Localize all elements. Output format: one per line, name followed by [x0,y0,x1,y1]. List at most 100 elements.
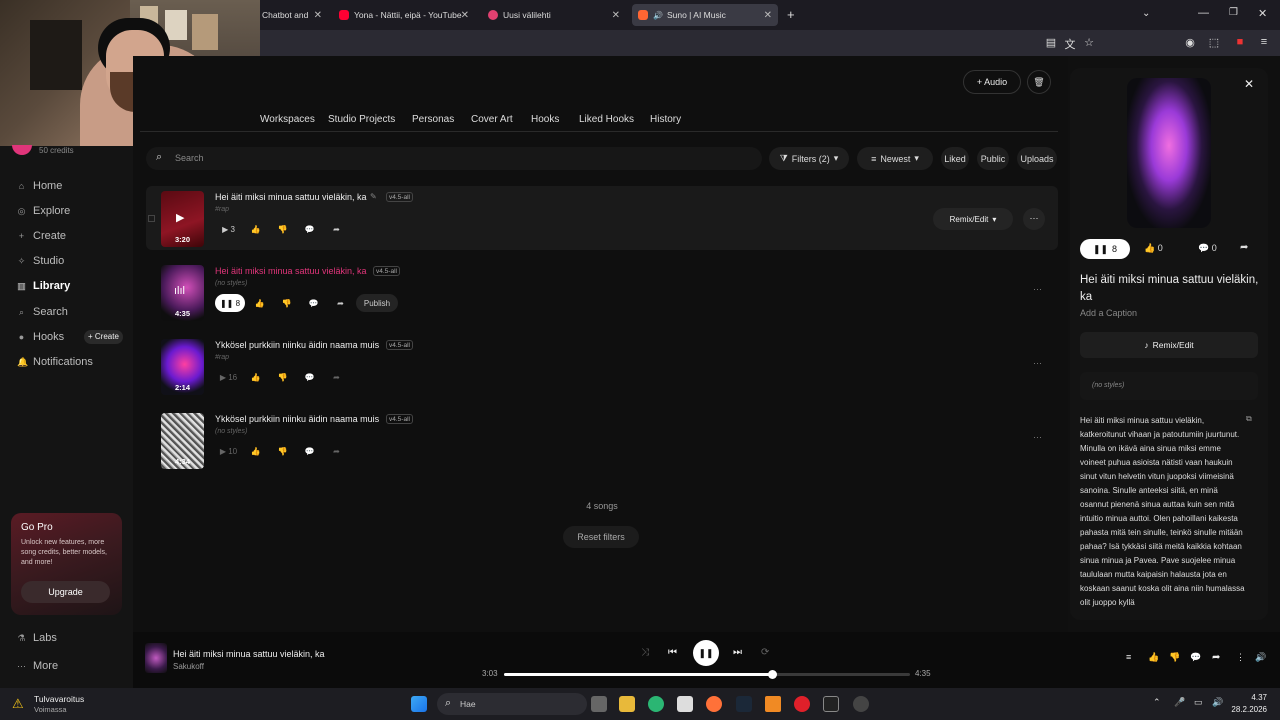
comment-button[interactable]: 💬 0 [1198,243,1217,254]
play-count[interactable]: ▶ 10 [215,442,242,460]
progress-handle[interactable] [767,670,777,679]
like-button[interactable]: 👍 0 [1144,243,1163,254]
menu-icon[interactable]: ≡ [1257,36,1271,48]
dislike-icon[interactable]: 👎 [269,220,296,238]
sidebar-item-more[interactable]: ⋯ More [17,660,58,672]
opera-icon[interactable] [794,696,810,712]
star-icon[interactable]: ☆ [1082,36,1096,49]
repeat-icon[interactable]: ⟳ [761,647,769,658]
close-icon[interactable]: ✕ [764,10,772,21]
dislike-icon[interactable]: 👎 [269,368,296,386]
more-options-button[interactable]: ⋯ [1023,208,1045,230]
dislike-icon[interactable]: 👎 [269,442,296,460]
more-icon[interactable]: ⋮ [1236,652,1245,663]
more-options-button[interactable]: ⋯ [1033,358,1042,369]
minimize-icon[interactable]: — [1198,7,1209,19]
song-row[interactable]: 2:14 Ykkösel purkkiin niinku äidin naama… [146,334,1058,398]
progress-track[interactable] [504,670,910,679]
dislike-icon[interactable]: 👎 [1169,652,1180,663]
browser-tab[interactable]: Uusi välilehti ✕ [482,4,626,26]
copy-icon[interactable]: ⧉ [1246,414,1252,424]
pencil-icon[interactable]: ✎ [370,192,377,201]
mic-icon[interactable]: 🎤 [1174,697,1185,708]
add-caption[interactable]: Add a Caption [1080,308,1137,318]
upgrade-button[interactable]: Upgrade [21,581,110,603]
remix-edit-button[interactable]: ♪ Remix/Edit [1080,332,1258,358]
comment-icon[interactable]: 💬 [296,368,323,386]
sidebar-item-studio[interactable]: ✧ Studio [17,255,64,267]
terminal-icon[interactable] [823,696,839,712]
share-icon[interactable]: ➦ [327,294,354,312]
pause-button[interactable]: ❚❚ 8 [215,294,245,312]
filters-button[interactable]: ⧩ Filters (2) ▾ [769,147,849,170]
hooks-create-button[interactable]: + Create [84,330,123,344]
display-icon[interactable]: ▭ [1194,697,1203,708]
pause-button[interactable]: ❚❚ 8 [1080,239,1130,259]
task-view-icon[interactable] [591,696,607,712]
close-icon[interactable]: ✕ [314,10,322,21]
vlc-icon[interactable] [765,696,781,712]
trash-icon[interactable]: 🗑 [1027,70,1051,94]
maximize-icon[interactable]: ❐ [1229,7,1238,18]
extensions-icon[interactable]: ⬚ [1207,36,1221,49]
more-options-button[interactable]: ⋯ [1033,284,1042,295]
song-cover[interactable]: ılıl 4:35 [161,265,204,321]
weather-title[interactable]: Tulvavaroitus [34,694,84,704]
queue-icon[interactable]: ≡ [1126,652,1131,662]
shuffle-icon[interactable]: ⤨ [641,647,649,658]
song-row[interactable]: 4:34 Ykkösel purkkiin niinku äidin naama… [146,408,1058,472]
row-checkbox[interactable] [148,215,155,222]
pause-button[interactable]: ❚❚ [693,640,719,666]
now-playing-title[interactable]: Hei äiti miksi minua sattuu vieläkin, ka [173,649,325,659]
song-row[interactable]: ılıl 4:35 Hei äiti miksi minua sattuu vi… [146,260,1058,324]
public-filter[interactable]: Public [977,147,1009,170]
add-audio-button[interactable]: + Audio [963,70,1021,94]
chevron-down-icon[interactable]: ⌄ [1142,8,1150,19]
like-icon[interactable]: 👍 [242,368,269,386]
more-options-button[interactable]: ⋯ [1033,432,1042,443]
chevron-up-icon[interactable]: ⌃ [1153,697,1161,708]
firefox-icon[interactable] [706,696,722,712]
browser-tab[interactable]: Chatbot and ✕ [256,4,328,26]
translate-icon[interactable]: 文 [1063,36,1077,52]
song-cover[interactable]: 2:14 [161,339,204,395]
sidebar-item-notifications[interactable]: 🔔 Notifications [17,356,93,368]
share-icon[interactable]: ➦ [1240,242,1248,253]
song-title[interactable]: Hei äiti miksi minua sattuu vieläkin, ka [215,266,367,276]
publish-button[interactable]: Publish [356,294,398,312]
dislike-icon[interactable]: 👎 [273,294,300,312]
song-title[interactable]: Hei äiti miksi minua sattuu vieläkin, ka [215,192,367,202]
next-icon[interactable]: ⏭ [733,647,742,658]
comment-icon[interactable]: 💬 [296,442,323,460]
tab-liked-hooks[interactable]: Liked Hooks [579,114,634,125]
play-count[interactable]: ▶ 3 [215,220,242,238]
file-explorer-icon[interactable] [619,696,635,712]
tab-hooks[interactable]: Hooks [531,114,559,125]
like-icon[interactable]: 👍 [242,442,269,460]
browser-tab-active[interactable]: 🔊 Suno | AI Music ✕ [632,4,778,26]
sidebar-item-explore[interactable]: ◎ Explore [17,205,71,217]
clock-time[interactable]: 4.37 [1225,693,1267,702]
liked-filter[interactable]: Liked [941,147,969,170]
song-row[interactable]: ▶ 3:20 Hei äiti miksi minua sattuu vielä… [146,186,1058,250]
tab-history[interactable]: History [650,114,681,125]
remix-edit-button[interactable]: Remix/Edit ▾ [933,208,1013,230]
now-playing-cover[interactable] [145,643,167,673]
account-icon[interactable]: ◉ [1183,36,1197,49]
sort-button[interactable]: ≡ Newest ▾ [857,147,933,170]
song-title[interactable]: Ykkösel purkkiin niinku äidin naama muis [215,340,379,350]
comment-icon[interactable]: 💬 [1190,652,1201,663]
sidebar-item-hooks[interactable]: ● Hooks [17,331,64,343]
previous-icon[interactable]: ⏮ [668,647,677,658]
like-icon[interactable]: 👍 [1148,652,1159,663]
reader-icon[interactable]: ▤ [1044,36,1058,49]
edge-icon[interactable] [648,696,664,712]
share-icon[interactable]: ➦ [1212,652,1220,663]
sidebar-item-home[interactable]: ⌂ Home [17,180,63,192]
taskbar-search[interactable]: ⌕ Hae [437,693,587,715]
sidebar-item-create[interactable]: + Create [17,230,66,242]
comment-icon[interactable]: 💬 [300,294,327,312]
windows-start-icon[interactable] [411,696,427,712]
share-icon[interactable]: ➦ [323,442,350,460]
uploads-filter[interactable]: Uploads [1017,147,1057,170]
